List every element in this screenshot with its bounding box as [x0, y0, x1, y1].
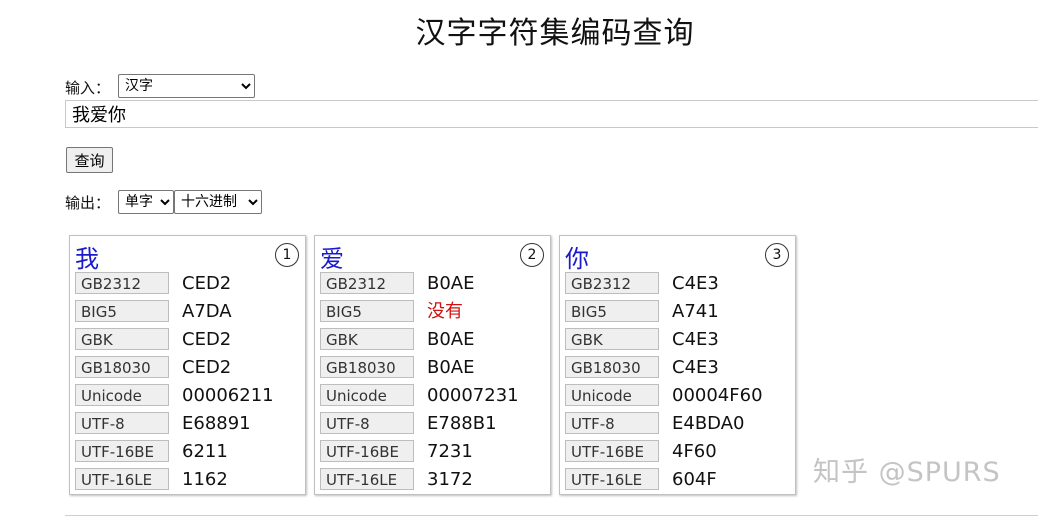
encoding-value: 00007231	[427, 385, 519, 406]
card-character: 爱	[320, 245, 344, 273]
encoding-value: B0AE	[427, 357, 475, 378]
encoding-label: GB18030	[75, 356, 169, 378]
encoding-label: GB18030	[320, 356, 414, 378]
card-index-badge: 2	[520, 243, 544, 267]
encoding-value: E4BDA0	[672, 413, 745, 434]
encoding-label: Unicode	[75, 384, 169, 406]
encoding-label: UTF-8	[320, 412, 414, 434]
encoding-label: UTF-16BE	[75, 440, 169, 462]
card-index-badge: 3	[765, 243, 789, 267]
encoding-value: 3172	[427, 469, 473, 490]
encoding-value: A7DA	[182, 301, 232, 322]
encoding-value: 604F	[672, 469, 717, 490]
output-base-select[interactable]: 十六进制	[174, 190, 262, 214]
encoding-label: BIG5	[320, 300, 414, 322]
encoding-label: GBK	[75, 328, 169, 350]
encoding-value: CED2	[182, 273, 232, 294]
encoding-value: 4F60	[672, 441, 717, 462]
encoding-value: E68891	[182, 413, 251, 434]
encoding-label: UTF-16LE	[75, 468, 169, 490]
divider	[65, 515, 1038, 516]
encoding-value: B0AE	[427, 329, 475, 350]
page-title: 汉字字符集编码查询	[415, 16, 695, 51]
encoding-value: 7231	[427, 441, 473, 462]
card-character: 我	[75, 245, 99, 273]
char-card: 爱 2 GB2312 B0AE BIG5 没有 GBK B0AE GB18030 B0AE Unic…	[314, 235, 551, 495]
watermark: 知乎 @SPURS	[813, 457, 1001, 488]
query-button[interactable]: 查询	[66, 147, 113, 173]
encoding-label: Unicode	[565, 384, 659, 406]
encoding-value: 6211	[182, 441, 228, 462]
encoding-label: UTF-8	[75, 412, 169, 434]
output-mode-select[interactable]: 单字	[118, 190, 174, 214]
encoding-label: GBK	[320, 328, 414, 350]
char-card: 我 1 GB2312 CED2 BIG5 A7DA GBK CED2 GB18030 CED2 Un…	[69, 235, 306, 495]
encoding-label: GB2312	[75, 272, 169, 294]
encoding-value: B0AE	[427, 273, 475, 294]
encoding-label: UTF-8	[565, 412, 659, 434]
encoding-value: 00004F60	[672, 385, 763, 406]
encoding-value: 1162	[182, 469, 228, 490]
input-type-select[interactable]: 汉字	[118, 74, 255, 98]
input-label: 输入：	[65, 79, 111, 97]
char-card: 你 3 GB2312 C4E3 BIG5 A741 GBK C4E3 GB18030 C4E3 Un…	[559, 235, 796, 495]
card-character: 你	[565, 245, 589, 273]
encoding-label: GB18030	[565, 356, 659, 378]
output-label: 输出：	[65, 194, 111, 212]
encoding-label: GB2312	[565, 272, 659, 294]
encoding-label: UTF-16BE	[320, 440, 414, 462]
encoding-value: 没有	[427, 301, 463, 322]
encoding-label: BIG5	[75, 300, 169, 322]
encoding-value: C4E3	[672, 357, 719, 378]
encoding-value: 00006211	[182, 385, 274, 406]
encoding-label: UTF-16LE	[320, 468, 414, 490]
encoding-value: CED2	[182, 329, 232, 350]
encoding-label: BIG5	[565, 300, 659, 322]
query-input[interactable]	[65, 100, 1038, 128]
encoding-label: UTF-16BE	[565, 440, 659, 462]
encoding-value: A741	[672, 301, 719, 322]
encoding-value: C4E3	[672, 329, 719, 350]
encoding-value: E788B1	[427, 413, 497, 434]
encoding-label: GB2312	[320, 272, 414, 294]
card-index-badge: 1	[275, 243, 299, 267]
encoding-label: Unicode	[320, 384, 414, 406]
encoding-label: GBK	[565, 328, 659, 350]
encoding-value: C4E3	[672, 273, 719, 294]
encoding-value: CED2	[182, 357, 232, 378]
encoding-label: UTF-16LE	[565, 468, 659, 490]
